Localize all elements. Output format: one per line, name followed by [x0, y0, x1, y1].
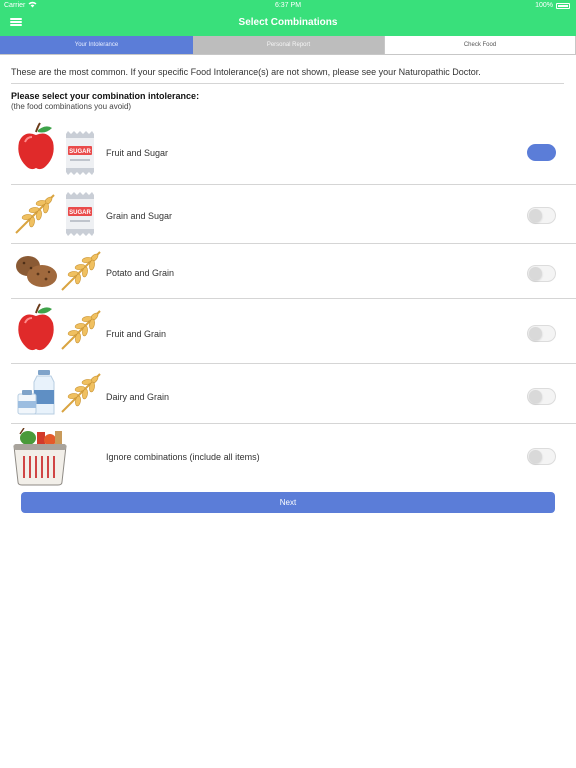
- combination-label: Fruit and Grain: [106, 329, 167, 339]
- wheat-icon: [61, 251, 101, 291]
- battery-indicator: 100%: [535, 2, 570, 9]
- battery-icon: [556, 2, 570, 9]
- toggle-fruit-sugar[interactable]: [527, 144, 556, 161]
- selection-hint: (the food combinations you avoid): [11, 102, 132, 111]
- selection-prompt: Please select your combination intoleran…: [11, 91, 200, 101]
- combination-label: Potato and Grain: [106, 268, 175, 278]
- wheat-icon: [61, 310, 101, 350]
- toggle-dairy-grain[interactable]: [527, 388, 556, 405]
- combination-row-fruit-grain: Fruit and Grain: [0, 299, 576, 364]
- milk-bottles-icon: [17, 370, 55, 415]
- next-button[interactable]: Next: [21, 492, 555, 513]
- combination-row-grain-sugar: SUGAR Grain and Sugar: [0, 185, 576, 244]
- toggle-fruit-grain[interactable]: [527, 325, 556, 342]
- divider: [11, 83, 564, 84]
- combination-label: Grain and Sugar: [106, 211, 173, 221]
- toggle-grain-sugar[interactable]: [527, 207, 556, 224]
- navigation-bar: Select Combinations: [0, 12, 576, 36]
- apple-icon: [18, 303, 54, 351]
- sugar-bag-icon: SUGAR: [66, 131, 94, 175]
- app-header: Carrier 6:37 PM 100% Select Combinations: [0, 0, 576, 36]
- intro-text: These are the most common. If your speci…: [11, 67, 481, 77]
- combination-label: Ignore combinations (include all items): [106, 452, 260, 462]
- battery-percent: 100%: [535, 2, 553, 9]
- toggle-potato-grain[interactable]: [527, 265, 556, 282]
- apple-icon: [18, 122, 54, 170]
- potato-icon: [16, 256, 57, 287]
- tab-personal-report[interactable]: Personal Report: [193, 36, 384, 55]
- tab-your-intolerance[interactable]: Your Intolerance: [0, 36, 193, 55]
- page-title: Select Combinations: [238, 17, 338, 28]
- status-bar: Carrier 6:37 PM 100%: [0, 0, 576, 12]
- wheat-icon: [15, 194, 55, 234]
- combination-row-ignore: Ignore combinations (include all items): [0, 424, 576, 488]
- sugar-bag-icon: SUGAR: [66, 192, 94, 236]
- tab-check-food[interactable]: Check Food: [384, 36, 576, 55]
- step-tabs: Your Intolerance Personal Report Check F…: [0, 36, 576, 55]
- combination-row-fruit-sugar: SUGAR Fruit and Sugar: [0, 120, 576, 185]
- combination-label: Dairy and Grain: [106, 392, 170, 402]
- combination-row-potato-grain: Potato and Grain: [0, 244, 576, 299]
- svg-text:SUGAR: SUGAR: [69, 210, 91, 216]
- svg-text:SUGAR: SUGAR: [69, 149, 91, 155]
- combination-row-dairy-grain: Dairy and Grain: [0, 364, 576, 424]
- grocery-basket-icon: [13, 428, 67, 486]
- toggle-ignore-combinations[interactable]: [527, 448, 556, 465]
- status-time: 6:37 PM: [274, 2, 302, 9]
- combination-label: Fruit and Sugar: [106, 148, 169, 158]
- wheat-icon: [61, 373, 101, 413]
